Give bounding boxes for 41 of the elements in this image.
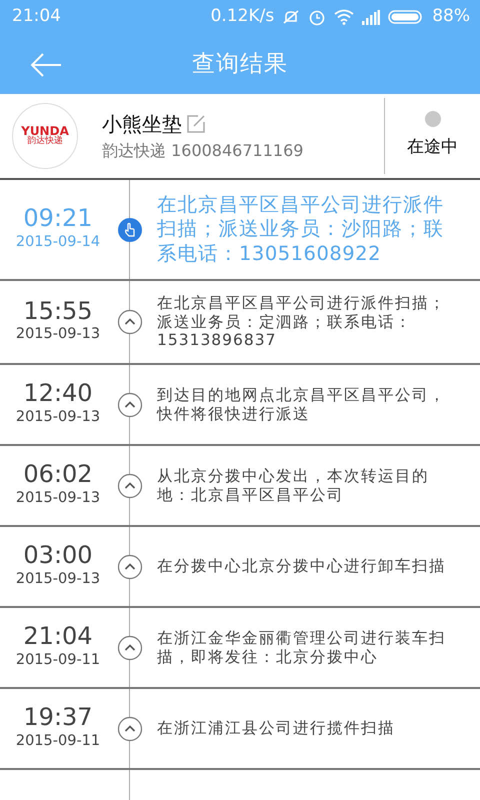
network-speed: 0.12K/s [210, 5, 274, 28]
event-description: 在浙江金华金丽衢管理公司进行装车扫描，即将发往：北京分拨中心 [156, 628, 447, 666]
event-description: 从北京分拨中心发出，本次转运目的地：北京昌平区昌平公司 [156, 466, 430, 504]
status-dot-icon [424, 111, 440, 128]
event-description: 到达目的地网点北京昌平区昌平公司，快件将很快进行派送 [156, 386, 447, 424]
status-time: 21:04 [12, 5, 61, 28]
delivery-status: 在途中 [407, 136, 458, 160]
page-title: 查询结果 [192, 50, 288, 79]
event-time: 21:04 [22, 623, 94, 650]
event-time: 09:21 [22, 205, 94, 232]
carrier-tracking-number: 韵达快递 1600846711169 [102, 140, 304, 162]
event-time: 12:40 [22, 380, 94, 407]
mute-icon [282, 9, 300, 25]
event-date: 2015-09-11 [14, 732, 102, 751]
event-description: 在浙江浦江县公司进行揽件扫描 [156, 719, 396, 738]
event-date: 2015-09-13 [14, 325, 102, 344]
event-time: 03:00 [22, 542, 94, 569]
battery-icon [388, 10, 424, 24]
event-date: 2015-09-14 [14, 232, 102, 252]
event-date: 2015-09-11 [14, 650, 102, 670]
event-date: 2015-09-13 [14, 408, 102, 427]
event-time: 19:37 [22, 704, 94, 731]
event-date: 2015-09-13 [14, 570, 102, 589]
logo-subtext: 韵达快递 [27, 137, 63, 147]
collapse-icon[interactable] [117, 392, 143, 418]
package-name: 小熊坐垫 [102, 111, 182, 138]
wifi-icon [334, 9, 354, 25]
collapse-icon[interactable] [117, 554, 143, 580]
alarm-icon [308, 8, 326, 26]
event-description: 在北京昌平区昌平公司进行派件扫描；派送业务员：沙阳路；联系电话：13051608922 [156, 192, 445, 266]
event-time: 06:02 [22, 461, 94, 488]
event-description: 在北京昌平区昌平公司进行派件扫描；派送业务员：定泗路；联系电话：15313896837 [156, 294, 447, 350]
battery-percent: 88% [432, 5, 470, 28]
event-description: 在分拨中心北京分拨中心进行卸车扫描 [156, 557, 447, 576]
signal-icon [362, 10, 380, 24]
collapse-icon[interactable] [117, 716, 143, 742]
event-date: 2015-09-13 [14, 488, 102, 508]
collapse-icon[interactable] [117, 472, 143, 498]
collapse-icon[interactable] [117, 309, 143, 335]
collapse-icon[interactable] [117, 634, 143, 660]
event-time: 15:55 [22, 298, 94, 324]
